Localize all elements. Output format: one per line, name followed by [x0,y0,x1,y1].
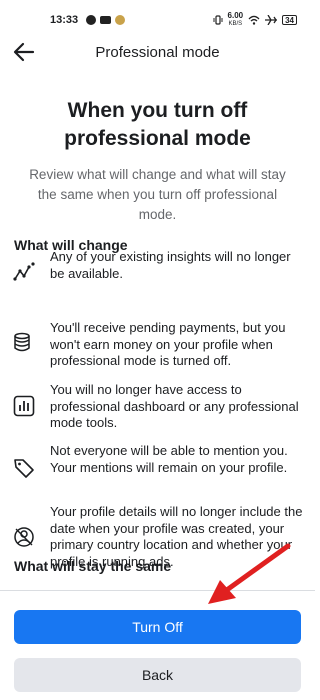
page-subtitle: Review what will change and what will st… [29,167,286,222]
profile-details-icon [14,527,34,547]
bottom-action-bar: Turn Off Back [0,590,315,700]
page-title: When you turn off professional mode [64,99,251,150]
vibrate-icon [213,15,223,25]
screen: 13:33 6.00 KB/S 34 Professional mode Whe… [0,0,315,700]
change-item-text: Not everyone will be able to mention you… [50,443,288,475]
status-right: 6.00 KB/S 34 [213,12,297,28]
status-time: 13:33 [50,14,79,26]
dashboard-icon [13,395,35,417]
change-item-text: You'll receive pending payments, but you… [50,320,286,368]
back-arrow-icon[interactable] [13,42,35,62]
payments-icon [14,332,30,352]
content-scroll-area[interactable]: When you turn off professional mode Revi… [0,70,315,590]
insights-icon [13,262,35,281]
wifi-icon [248,15,260,25]
network-speed-value: 6.00 [227,11,244,20]
network-speed-unit: KB/S [228,21,243,27]
status-left: 13:33 [50,14,126,26]
turn-off-button[interactable]: Turn Off [14,610,301,644]
messenger-icon [86,15,97,25]
tag-icon [14,459,34,478]
change-item-text: You will no longer have access to profes… [50,382,299,430]
app-header: Professional mode [0,34,315,70]
change-item-text: Any of your existing insights will no lo… [50,249,291,281]
section-heading-stays: What will stay the same [14,558,172,574]
header-title: Professional mode [95,43,220,61]
app-notification-icon [115,15,126,25]
network-speed: 6.00 KB/S [228,12,244,28]
back-button[interactable]: Back [14,658,301,692]
airplane-icon [265,15,278,25]
battery-icon: 34 [282,15,297,25]
youtube-icon [100,16,112,24]
